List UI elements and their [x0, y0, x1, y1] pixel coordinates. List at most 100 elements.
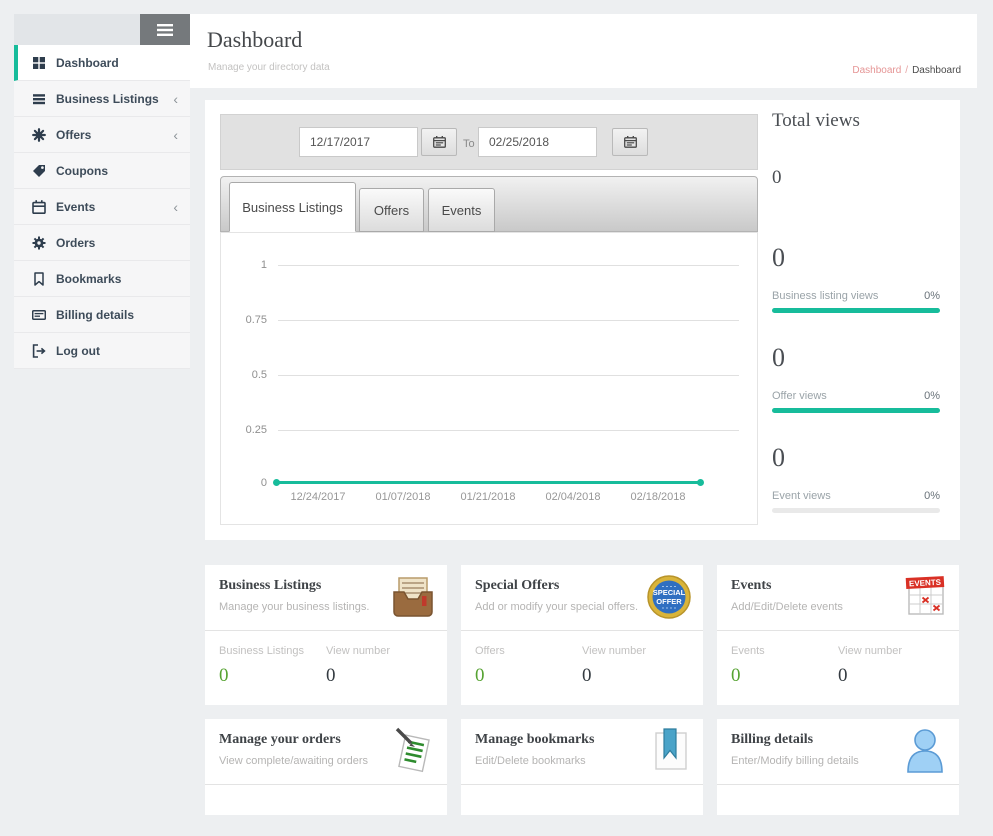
gridline — [278, 265, 739, 266]
offer-views-value: 0 — [772, 343, 940, 373]
card-footer — [717, 785, 959, 815]
sidebar-item-label: Billing details — [56, 308, 134, 322]
event-views-section: 0 Event views 0% — [772, 443, 940, 513]
sidebar-item-label: Log out — [56, 344, 100, 358]
dashboard-page: Dashboard Business Listings ‹ Offers ‹ C… — [0, 0, 993, 836]
x-tick-label: 01/07/2018 — [367, 491, 439, 503]
x-tick-label: 02/04/2018 — [537, 491, 609, 503]
y-tick-label: 0 — [221, 477, 267, 489]
billing-details-card[interactable]: Billing details Enter/Modify billing det… — [717, 719, 959, 815]
sidebar-item-events[interactable]: Events ‹ — [14, 189, 190, 225]
tab-business-listings[interactable]: Business Listings — [229, 182, 356, 232]
business-listings-view-number: 0 — [326, 665, 433, 687]
offer-views-label: Offer views — [772, 390, 827, 402]
business-listings-card[interactable]: Business Listings Manage your business l… — [205, 565, 447, 705]
sidebar: Dashboard Business Listings ‹ Offers ‹ C… — [14, 14, 190, 369]
chart-series-line — [276, 481, 701, 484]
total-views-summary: Total views 0 0 Business listing views 0… — [772, 110, 940, 513]
bookmark-icon — [32, 272, 46, 286]
x-tick-label: 12/24/2017 — [282, 491, 354, 503]
svg-text:SPECIAL: SPECIAL — [653, 588, 686, 597]
card-footer — [205, 785, 447, 815]
sidebar-toggle-button[interactable] — [140, 14, 190, 45]
special-offers-card[interactable]: Special Offers Add or modify your specia… — [461, 565, 703, 705]
business-listing-views-percent: 0% — [924, 290, 940, 302]
date-to-input[interactable] — [478, 127, 597, 157]
event-views-percent: 0% — [924, 490, 940, 502]
gridline — [278, 430, 739, 431]
offers-count: 0 — [475, 665, 582, 687]
breadcrumb: Dashboard / Dashboard — [852, 65, 961, 76]
chevron-left-icon: ‹ — [173, 127, 178, 143]
x-tick-label: 01/21/2018 — [452, 491, 524, 503]
y-tick-label: 1 — [221, 259, 267, 271]
sidebar-item-bookmarks[interactable]: Bookmarks — [14, 261, 190, 297]
offer-views-percent: 0% — [924, 390, 940, 402]
views-line-chart: 1 0.75 0.5 0.25 0 12/24/2017 01/07/2018 … — [220, 232, 758, 525]
manage-bookmarks-card[interactable]: Manage bookmarks Edit/Delete bookmarks — [461, 719, 703, 815]
chart-tabs: Business Listings Offers Events — [220, 176, 758, 232]
sidebar-item-orders[interactable]: Orders — [14, 225, 190, 261]
sidebar-menu: Dashboard Business Listings ‹ Offers ‹ C… — [14, 45, 190, 369]
bookmark-ribbon-icon — [645, 727, 693, 775]
offer-views-section: 0 Offer views 0% — [772, 343, 940, 413]
inbox-archive-icon — [389, 573, 437, 621]
sidebar-item-label: Offers — [56, 128, 91, 142]
manage-orders-card[interactable]: Manage your orders View complete/awaitin… — [205, 719, 447, 815]
card-footer — [461, 785, 703, 815]
date-from-input[interactable] — [299, 127, 418, 157]
sidebar-item-business-listings[interactable]: Business Listings ‹ — [14, 81, 190, 117]
logout-icon — [32, 344, 46, 358]
tab-events[interactable]: Events — [428, 188, 495, 232]
business-listing-views-label: Business listing views — [772, 290, 878, 302]
stat-label: Events — [731, 645, 838, 657]
event-views-value: 0 — [772, 443, 940, 473]
stat-label: Business Listings — [219, 645, 326, 657]
tag-icon — [32, 164, 46, 178]
breadcrumb-separator: / — [905, 65, 908, 76]
x-tick-label: 02/18/2018 — [622, 491, 694, 503]
sidebar-item-offers[interactable]: Offers ‹ — [14, 117, 190, 153]
list-icon — [32, 92, 46, 106]
special-offer-badge-icon: SPECIALOFFER — [645, 573, 693, 621]
calendar-icon — [32, 200, 46, 214]
sidebar-item-label: Dashboard — [56, 56, 119, 70]
breadcrumb-current: Dashboard — [912, 65, 961, 76]
date-from-calendar-button[interactable] — [421, 128, 457, 156]
calendar-icon — [433, 136, 446, 148]
business-listings-count: 0 — [219, 665, 326, 687]
tab-offers[interactable]: Offers — [359, 188, 424, 232]
total-views-title: Total views — [772, 110, 940, 132]
y-tick-label: 0.5 — [221, 369, 267, 381]
sidebar-item-label: Coupons — [56, 164, 108, 178]
sidebar-item-billing-details[interactable]: Billing details — [14, 297, 190, 333]
stat-label: Offers — [475, 645, 582, 657]
svg-text:EVENTS: EVENTS — [909, 578, 942, 589]
offers-view-number: 0 — [582, 665, 689, 687]
stat-label: View number — [582, 645, 689, 657]
event-views-label: Event views — [772, 490, 831, 502]
sidebar-item-log-out[interactable]: Log out — [14, 333, 190, 369]
stat-label: View number — [326, 645, 433, 657]
grid-icon — [32, 56, 46, 70]
hamburger-icon — [157, 24, 173, 36]
breadcrumb-link-dashboard[interactable]: Dashboard — [852, 65, 901, 76]
billing-card-icon — [32, 308, 46, 322]
events-calendar-icon: EVENTS — [901, 573, 949, 621]
sidebar-item-label: Events — [56, 200, 95, 214]
date-to-calendar-button[interactable] — [612, 128, 648, 156]
chart-point — [697, 479, 704, 486]
chevron-left-icon: ‹ — [173, 91, 178, 107]
sidebar-item-dashboard[interactable]: Dashboard — [14, 45, 190, 81]
page-header: Dashboard Manage your directory data Das… — [190, 14, 977, 88]
events-card[interactable]: Events Add/Edit/Delete events EVENTS Eve… — [717, 565, 959, 705]
chevron-left-icon: ‹ — [173, 199, 178, 215]
date-range-bar: To — [220, 114, 758, 170]
stats-panel: To Business Listings Offers Events 1 0.7… — [205, 100, 960, 540]
gear-icon — [32, 236, 46, 250]
business-listing-views-progressbar — [772, 308, 940, 313]
y-tick-label: 0.25 — [221, 424, 267, 436]
sidebar-item-coupons[interactable]: Coupons — [14, 153, 190, 189]
calendar-icon — [624, 136, 637, 148]
sidebar-item-label: Business Listings — [56, 92, 159, 106]
